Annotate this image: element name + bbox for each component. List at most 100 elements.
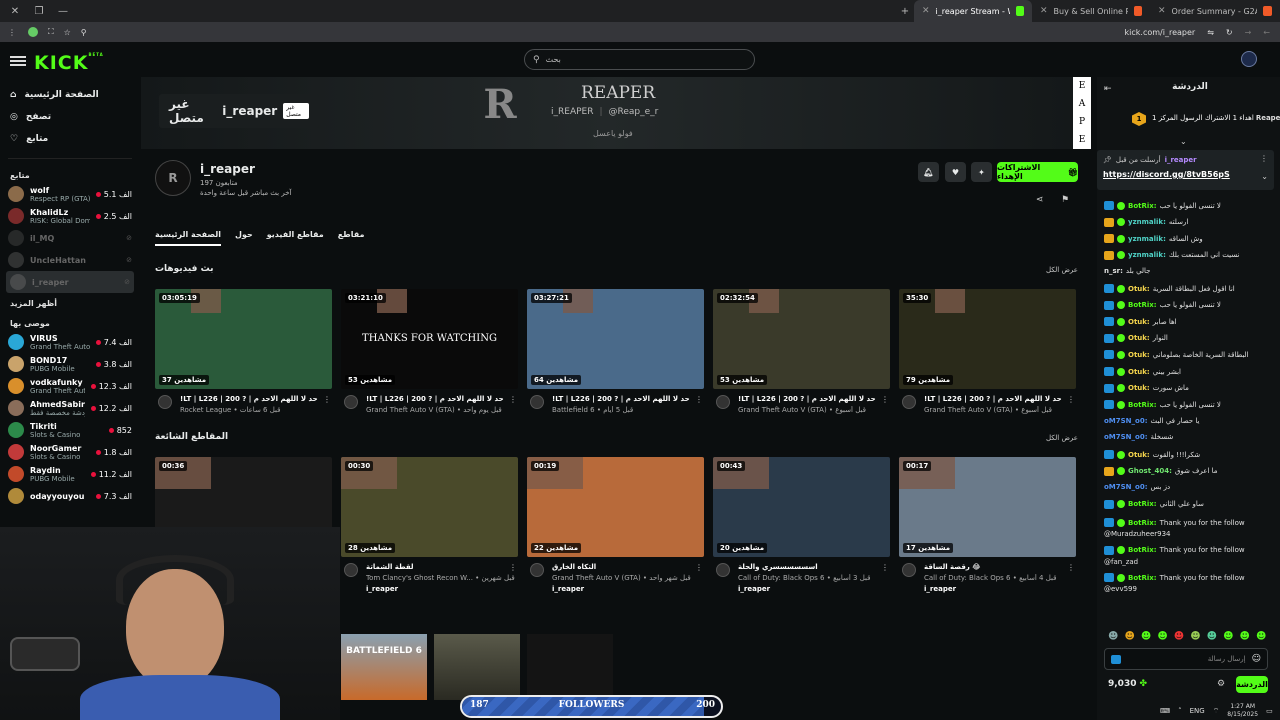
more-options-icon[interactable]: ⋮ — [695, 395, 703, 404]
tab-search-icon[interactable]: ⇋ — [1207, 28, 1214, 37]
sidebar-item-home[interactable]: الصفحة الرئيسية ⌂ — [0, 84, 140, 106]
share-icon[interactable]: ⋖ — [1036, 195, 1044, 205]
chat-username[interactable]: oM7SN_o0: — [1104, 433, 1148, 441]
emote-icon[interactable]: ☻ — [1240, 631, 1250, 642]
keyboard-icon[interactable]: ⌨ — [1160, 707, 1170, 715]
reload-icon[interactable]: ↻ — [1226, 28, 1233, 37]
more-options-icon[interactable]: ⋮ — [1067, 563, 1075, 572]
kick-logo[interactable]: KICKBETA — [34, 52, 104, 74]
chat-input[interactable]: إرسال رسالة ☺ — [1104, 648, 1268, 670]
chat-username[interactable]: BotRix: — [1128, 546, 1157, 554]
video-title[interactable]: !LT | L226 | 200 ? | حد لا اللهم الاحد م — [738, 395, 888, 403]
video-title[interactable]: !LT | L226 | 200 ? | حد لا اللهم الاحد م — [552, 395, 702, 403]
bottom-thumb[interactable] — [434, 634, 520, 700]
chat-username[interactable]: BotRix: — [1128, 401, 1157, 409]
following-channel[interactable]: KhalidLzRISK: Global Domin... 2.5 الف — [0, 205, 140, 227]
pinned-link[interactable]: https://discord.gg/8tvB56pS — [1103, 170, 1230, 179]
clip-thumbnail[interactable]: 00:19 22 مشاهدين — [527, 457, 704, 557]
chevron-up-icon[interactable]: ˄ — [1178, 707, 1182, 715]
chat-username[interactable]: Otuk: — [1128, 285, 1150, 293]
chat-username[interactable]: Otuk: — [1128, 384, 1150, 392]
back-icon[interactable]: ← — [1263, 28, 1270, 37]
minimize-window-icon[interactable]: — — [54, 2, 72, 20]
emote-icon[interactable]: ☻ — [1141, 631, 1151, 642]
chat-username[interactable]: yznmalik: — [1128, 251, 1166, 259]
video-title[interactable]: !LT | L226 | 200 ? | حد لا اللهم الاحد م — [924, 395, 1074, 403]
bottom-thumb[interactable] — [527, 634, 613, 700]
tab-about[interactable]: حول — [235, 230, 253, 246]
more-options-icon[interactable]: ⋮ — [881, 395, 889, 404]
chat-username[interactable]: BotRix: — [1128, 574, 1157, 582]
screenshot-icon[interactable]: ⛶ — [48, 27, 54, 37]
more-options-icon[interactable]: ⋮ — [323, 395, 331, 404]
emoji-icon[interactable]: ☺ — [1252, 654, 1261, 664]
recommended-channel[interactable]: odayyouyou 7.3 الف — [0, 485, 140, 507]
browser-tab-g2a[interactable]: ✕ Buy & Sell Online PC Games, S — [1032, 0, 1150, 22]
tab-clips[interactable]: مقاطع — [338, 230, 365, 246]
channel-avatar[interactable]: R — [155, 160, 191, 196]
sidebar-item-browse[interactable]: تصفح ◎ — [0, 106, 140, 128]
emote-icon[interactable]: ☻ — [1207, 631, 1217, 642]
stream-thumbnail[interactable]: 35:30 79 مشاهدين — [899, 289, 1076, 389]
video-title[interactable]: !LT | L226 | 200 ? | حد لا اللهم الاحد م — [366, 395, 516, 403]
close-icon[interactable]: ✕ — [1040, 6, 1048, 16]
report-user-icon[interactable]: ⚑ — [1061, 195, 1069, 205]
chat-username[interactable]: oM7SN_o0: — [1104, 417, 1148, 425]
chat-username[interactable]: Otuk: — [1128, 351, 1150, 359]
chat-mention[interactable]: @evv599 — [1104, 585, 1276, 593]
channel-avatar[interactable] — [902, 395, 916, 409]
clip-author[interactable]: i_reaper — [924, 585, 1074, 593]
chat-username[interactable]: Otuk: — [1128, 318, 1150, 326]
chat-username[interactable]: BotRix: — [1128, 202, 1157, 210]
recommended-channel[interactable]: VIRUSGrand Theft Auto V... 7.4 الف — [0, 331, 140, 353]
video-title[interactable]: لقطة الشماتة — [366, 563, 516, 571]
recommended-channel[interactable]: Raydin PUBG Mobile 11.2 الف — [0, 463, 140, 485]
chat-mention[interactable]: @fan_zad — [1104, 558, 1276, 566]
emote-icon[interactable]: ☻ — [1190, 631, 1200, 642]
chat-username[interactable]: Otuk: — [1128, 451, 1150, 459]
more-options-icon[interactable]: ⋮ — [1067, 395, 1075, 404]
more-options-icon[interactable]: ⋮ — [1260, 154, 1268, 163]
sidebar-item-following[interactable]: متابع ♡ — [0, 128, 140, 150]
clip-thumbnail[interactable]: 00:43 20 مشاهدين — [713, 457, 890, 557]
more-options-icon[interactable]: ⋮ — [881, 563, 889, 572]
clip-author[interactable]: i_reaper — [738, 585, 888, 593]
emote-icon[interactable]: ☻ — [1256, 631, 1266, 642]
recommended-channel[interactable]: AhmedSabiriدردشة مخصصة فقط 12.2 الف — [0, 397, 140, 419]
video-title[interactable]: التكاه الخارق — [552, 563, 702, 571]
close-icon[interactable]: ✕ — [1158, 6, 1166, 16]
language-indicator[interactable]: ENG — [1190, 707, 1205, 715]
browser-tab-kick[interactable]: ✕ i_reaper Stream - Watch Live o — [914, 0, 1032, 22]
bookmark-star-icon[interactable]: ☆ — [64, 28, 71, 37]
chat-username[interactable]: oM7SN_o0: — [1104, 483, 1148, 491]
show-more-link[interactable]: أظهر المزيد — [0, 295, 140, 311]
video-title[interactable]: رقصة الساقة 😂 — [924, 563, 1074, 571]
close-window-icon[interactable]: ✕ — [6, 2, 24, 20]
view-all-clips-link[interactable]: عرض الكل — [1046, 434, 1078, 442]
subscribe-button[interactable]: ✦ — [971, 162, 992, 182]
clip-thumbnail[interactable]: 00:30 28 مشاهدين — [341, 457, 518, 557]
hamburger-menu-icon[interactable] — [10, 54, 26, 68]
recommended-channel[interactable]: Tikriti Slots & Casino 852 — [0, 419, 140, 441]
gift-subs-button[interactable]: الاشتراكات الإهداء 🎁︎ — [997, 162, 1078, 182]
stream-thumbnail[interactable]: 03:05:19 37 مشاهدين — [155, 289, 332, 389]
video-title[interactable]: !LT | L226 | 200 ? | حد لا اللهم الاحد م — [180, 395, 330, 403]
stream-thumbnail[interactable]: THANKS FOR WATCHING 03:21:10 53 مشاهدين — [341, 289, 518, 389]
browser-tab-order[interactable]: ✕ Order Summary - G2A.COM — [1150, 0, 1280, 22]
clip-thumbnail[interactable]: 00:17 17 مشاهدين — [899, 457, 1076, 557]
collapse-chat-icon[interactable]: ⇤ — [1104, 84, 1112, 94]
chat-username[interactable]: Otuk: — [1128, 334, 1150, 342]
emote-icon[interactable]: ☻ — [1157, 631, 1167, 642]
channel-avatar[interactable] — [530, 395, 544, 409]
more-options-icon[interactable]: ⋮ — [509, 395, 517, 404]
stream-thumbnail[interactable]: 02:32:54 53 مشاهدين — [713, 289, 890, 389]
notification-icon[interactable]: ▭ — [1266, 707, 1273, 715]
search-icon[interactable]: ⚲ — [81, 28, 87, 37]
chevron-down-icon[interactable]: ⌄ — [1261, 172, 1268, 181]
emote-icon[interactable]: ☻ — [1108, 631, 1118, 642]
emote-icon[interactable]: ☻ — [1223, 631, 1233, 642]
tab-videos[interactable]: مقاطع الفيديو — [267, 230, 324, 246]
chat-username[interactable]: yznmalik: — [1128, 218, 1166, 226]
bottom-thumb[interactable]: BATTLEFIELD 6 — [341, 634, 427, 700]
chat-username[interactable]: BotRix: — [1128, 519, 1157, 527]
